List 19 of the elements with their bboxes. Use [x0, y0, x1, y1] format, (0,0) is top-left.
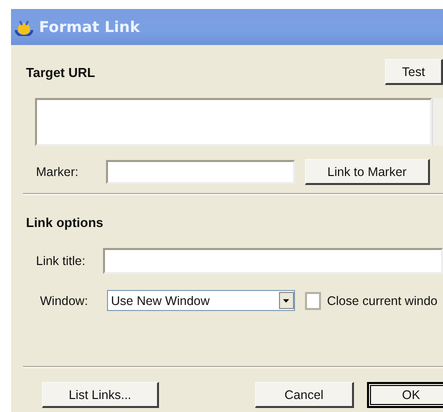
- field-label: Link title:: [36, 254, 86, 268]
- dialog-button[interactable]: Cancel: [255, 382, 354, 408]
- dialog-button[interactable]: OK: [367, 382, 443, 408]
- section-heading: Link options: [26, 215, 104, 230]
- field-label: Window:: [40, 294, 89, 308]
- checkbox-label: Close current windo: [327, 294, 438, 308]
- section-heading: Target URL: [26, 64, 96, 80]
- dialog-button[interactable]: List Links...: [42, 382, 159, 408]
- close-window-checkbox[interactable]: [305, 292, 321, 310]
- link-to-marker-button[interactable]: Link to Marker: [305, 159, 430, 185]
- url-field[interactable]: [35, 98, 432, 146]
- marker-field[interactable]: [106, 160, 295, 184]
- link-title-field[interactable]: [103, 248, 443, 274]
- app-icon: [14, 18, 34, 36]
- field-label: Marker:: [36, 165, 80, 179]
- scrollbar[interactable]: [432, 98, 443, 146]
- window-title: Format Link: [39, 18, 140, 36]
- window-dropdown[interactable]: Use New Window: [107, 290, 295, 311]
- test-button[interactable]: Test: [385, 59, 443, 85]
